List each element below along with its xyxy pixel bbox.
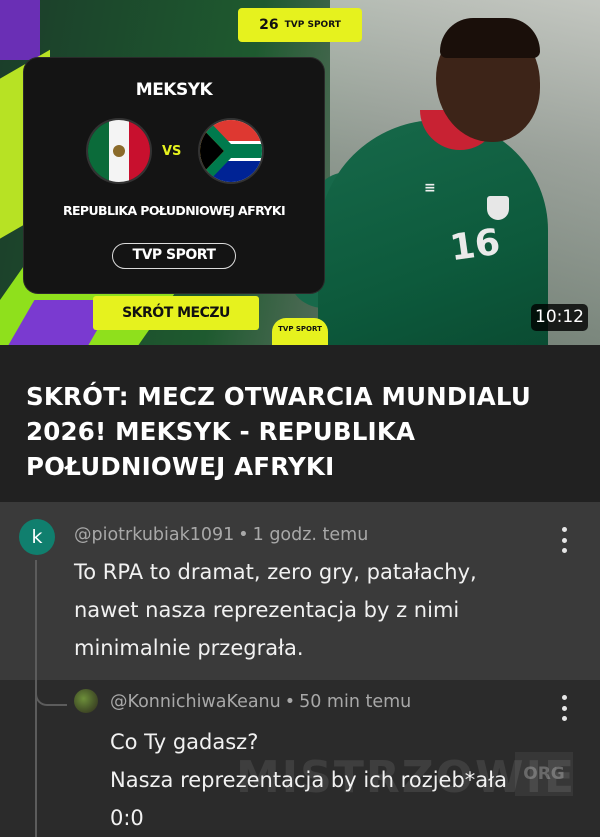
video-thumbnail[interactable]: ≡ 16 26 TVP SPORT MEKSYK VS REPUBLIKA PO… (0, 0, 600, 345)
comment-line: minimalnie przegrała. (74, 636, 304, 660)
comment-meta: @piotrkubiak1091 • 1 godz. temu (74, 525, 369, 545)
thread-line (35, 680, 37, 837)
comment-line: nawet nasza reprezentacja by z nimi (74, 598, 460, 622)
comment-text: To RPA to dramat, zero gry, patałachy, n… (74, 553, 477, 667)
tournament-logo: 26 TVP SPORT (238, 8, 362, 42)
tournament-logo-number: 26 (259, 17, 279, 33)
more-options-icon[interactable] (554, 695, 574, 721)
video-duration: 10:12 (531, 304, 588, 331)
federation-crest-icon (487, 196, 509, 220)
more-options-icon[interactable] (554, 527, 574, 553)
brand-stripes-icon: ≡ (424, 180, 436, 196)
team2-name: REPUBLIKA POŁUDNIOWEJ AFRYKI (62, 203, 286, 218)
avatar[interactable] (74, 689, 98, 713)
jersey-number: 16 (447, 221, 503, 270)
comment-author[interactable]: @piotrkubiak1091 (74, 525, 234, 545)
reply-author[interactable]: @KonnichiwaKeanu (110, 692, 281, 712)
avatar[interactable]: k (19, 519, 55, 555)
comment-line: To RPA to dramat, zero gry, patałachy, (74, 560, 477, 584)
decor-shard (0, 0, 40, 60)
player-hair (440, 18, 540, 58)
reply-line: Nasza reprezentacja by ich rozjeb*ała (110, 768, 508, 792)
versus-label: VS (162, 144, 182, 159)
video-title[interactable]: SKRÓT: MECZ OTWARCIA MUNDIALU 2026! MEKS… (26, 379, 586, 484)
mexico-flag-icon (88, 120, 150, 182)
comment-time: 1 godz. temu (252, 525, 369, 545)
reply-time: 50 min temu (299, 692, 412, 712)
team1-name: MEKSYK (135, 80, 213, 100)
reply-meta: @KonnichiwaKeanu • 50 min temu (110, 692, 412, 712)
reply-text: Co Ty gadasz? Nasza reprezentacja by ich… (110, 723, 507, 837)
channel-pill: TVP SPORT (112, 243, 236, 269)
channel-logo: TVP SPORT (272, 318, 328, 345)
reply-line: 0:0 (110, 806, 144, 830)
match-card: MEKSYK VS REPUBLIKA POŁUDNIOWEJ AFRYKI T… (24, 58, 324, 293)
highlights-tag: SKRÓT MECZU (93, 296, 259, 330)
video-info: SKRÓT: MECZ OTWARCIA MUNDIALU 2026! MEKS… (0, 345, 600, 502)
south-africa-flag-icon (200, 120, 262, 182)
watermark-suffix: ORG (515, 752, 573, 796)
reply-line: Co Ty gadasz? (110, 730, 259, 754)
tournament-logo-text: TVP SPORT (284, 20, 341, 30)
reply-connector (35, 686, 67, 706)
